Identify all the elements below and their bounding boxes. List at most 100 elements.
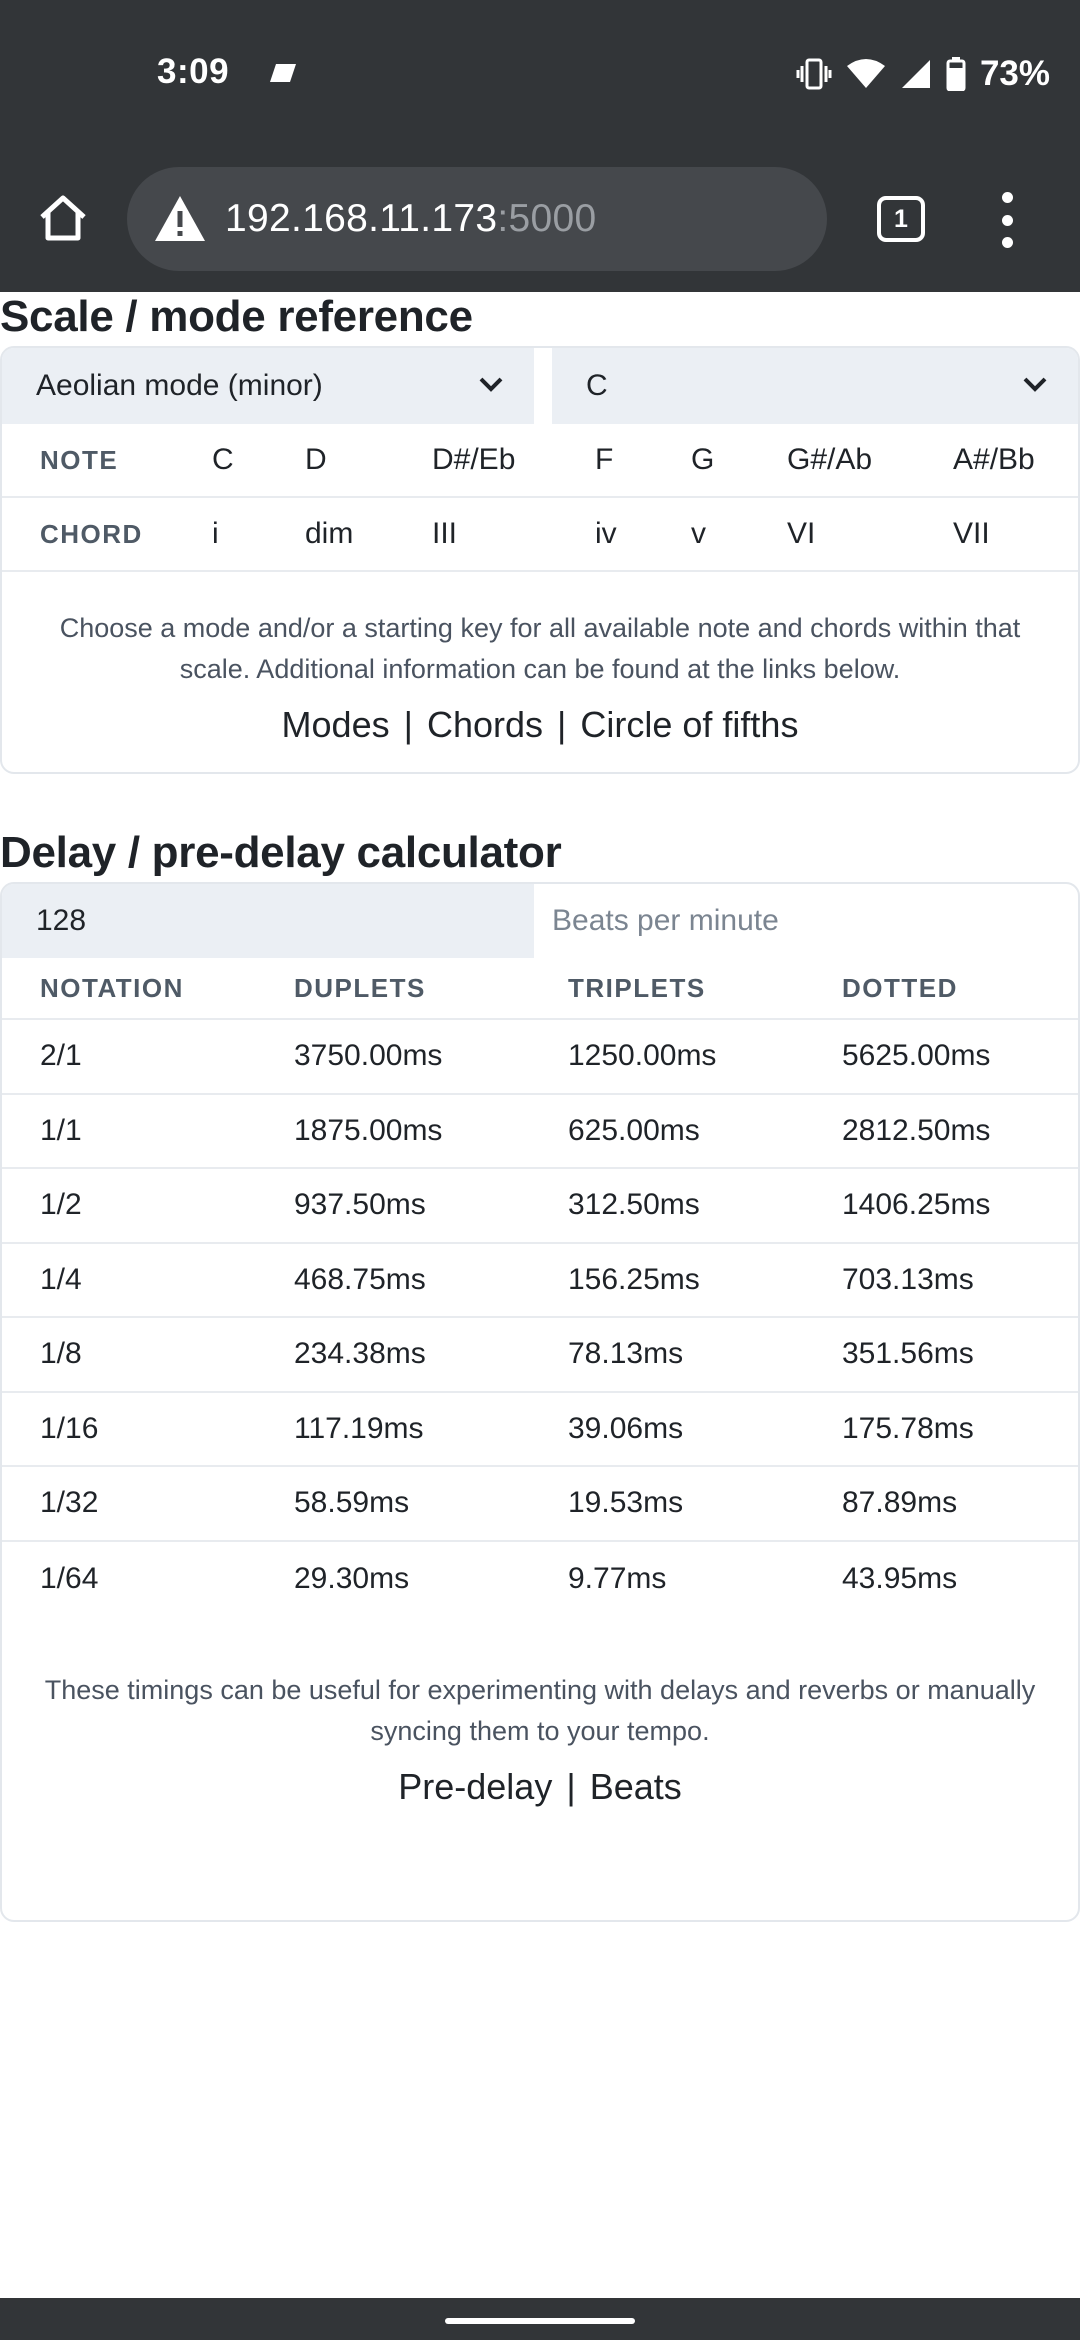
note-row: NOTE C D D#/Eb F G G#/Ab A#/Bb [2,424,1078,498]
chord-cell: i [212,517,219,550]
duplets-cell: 1875.00ms [294,1113,443,1147]
status-bar: 3:09 73% [0,0,1080,146]
status-icons: 73% [796,54,1050,94]
chord-cell: iv [595,517,617,550]
delay-info: These timings can be useful for experime… [2,1616,1078,1808]
wifi-icon [846,59,885,88]
note-cell: F [595,443,614,476]
dotted-cell: 2812.50ms [842,1113,991,1147]
duplets-header: DUPLETS [294,972,426,1003]
note-cell: G#/Ab [787,443,873,476]
note-cell: D#/Eb [432,443,516,476]
dotted-cell: 87.89ms [842,1486,958,1520]
table-row: 1/4 468.75ms 156.25ms 703.13ms [2,1244,1078,1318]
bpm-label: Beats per minute [552,904,779,937]
signal-icon [901,60,930,88]
triplets-cell: 19.53ms [568,1486,684,1520]
table-row: 1/1 1875.00ms 625.00ms 2812.50ms [2,1095,1078,1169]
bpm-row: 128 Beats per minute [2,884,1078,958]
chord-cell: dim [305,517,354,550]
key-select-value: C [586,369,608,402]
link-separator: | [403,704,413,745]
mode-select-value: Aeolian mode (minor) [36,369,323,402]
triplets-cell: 1250.00ms [568,1039,717,1073]
beats-link[interactable]: Beats [590,1766,682,1807]
triplets-cell: 39.06ms [568,1411,684,1445]
duplets-cell: 937.50ms [294,1188,426,1222]
triplets-cell: 156.25ms [568,1262,700,1296]
dotted-cell: 43.95ms [842,1561,958,1595]
chord-row: CHORD i dim III iv v VI VII [2,498,1078,572]
notation-cell: 1/2 [40,1188,82,1222]
triplets-header: TRIPLETS [568,972,706,1003]
delay-title: Delay / pre-delay calculator [0,828,562,877]
chord-cell: VII [953,517,990,550]
chord-cell: VI [787,517,816,550]
chord-cell: v [691,517,706,550]
duplets-cell: 468.75ms [294,1262,426,1296]
notation-cell: 2/1 [40,1039,82,1073]
dotted-cell: 5625.00ms [842,1039,991,1073]
note-cell: D [305,443,327,476]
delay-table: NOTATION DUPLETS TRIPLETS DOTTED 2/1 3750… [2,958,1078,1616]
tabs-button[interactable]: 1 [877,196,925,242]
bpm-value: 128 [36,904,87,937]
vibrate-icon [796,58,832,90]
pre-delay-link[interactable]: Pre-delay [398,1766,552,1807]
battery-percent: 73% [979,54,1050,93]
gesture-nav-bar [0,2298,1080,2340]
circle-of-fifths-link[interactable]: Circle of fifths [580,704,798,745]
url-bar[interactable]: 192.168.11.173:5000 [127,167,827,271]
dotted-cell: 1406.25ms [842,1188,991,1222]
triplets-cell: 78.13ms [568,1337,684,1371]
triplets-cell: 625.00ms [568,1113,700,1147]
chevron-down-icon [479,377,503,392]
modes-link[interactable]: Modes [282,704,390,745]
triplets-cell: 9.77ms [568,1561,667,1595]
more-vert-icon[interactable] [990,192,1024,248]
dotted-cell: 703.13ms [842,1262,974,1296]
key-select[interactable]: C [552,348,1078,424]
chords-link[interactable]: Chords [427,704,543,745]
cast-icon [270,64,296,82]
scale-info: Choose a mode and/or a starting key for … [2,572,1078,772]
scale-card: Aeolian mode (minor) C NOTE C D D#/Eb F … [0,346,1080,774]
triplets-cell: 312.50ms [568,1188,700,1222]
scale-title: Scale / mode reference [0,292,473,341]
dotted-cell: 175.78ms [842,1411,974,1445]
url-port: :5000 [497,197,597,240]
scale-selects: Aeolian mode (minor) C [2,348,1078,424]
delay-card: 128 Beats per minute NOTATION DUPLETS TR… [0,882,1080,1922]
status-time: 3:09 [157,52,230,91]
note-cell: C [212,443,234,476]
chord-header: CHORD [40,518,143,549]
notation-cell: 1/16 [40,1411,99,1445]
notation-header: NOTATION [40,972,184,1003]
url-text[interactable]: 192.168.11.173:5000 [225,197,597,241]
mode-select[interactable]: Aeolian mode (minor) [2,348,534,424]
note-cell: A#/Bb [953,443,1035,476]
warning-icon[interactable] [153,194,207,244]
delay-description: These timings can be useful for experime… [44,1675,1036,1746]
duplets-cell: 3750.00ms [294,1039,443,1073]
scale-links: Modes | Chords | Circle of fifths [2,704,1078,746]
delay-links: Pre-delay | Beats [2,1766,1078,1808]
table-row: 1/64 29.30ms 9.77ms 43.95ms [2,1542,1078,1617]
table-row: 1/32 58.59ms 19.53ms 87.89ms [2,1467,1078,1542]
link-separator: | [557,704,567,745]
url-host: 192.168.11.173 [225,197,498,240]
notation-cell: 1/64 [40,1561,99,1595]
notation-cell: 1/32 [40,1486,99,1520]
tab-count: 1 [894,204,908,233]
notation-cell: 1/4 [40,1262,82,1296]
battery-icon [946,57,966,91]
table-row: 1/8 234.38ms 78.13ms 351.56ms [2,1318,1078,1393]
chevron-down-icon [1023,377,1047,392]
duplets-cell: 58.59ms [294,1486,410,1520]
note-cell: G [691,443,715,476]
note-header: NOTE [40,444,119,475]
home-button[interactable] [30,183,96,253]
delay-header-row: NOTATION DUPLETS TRIPLETS DOTTED [2,958,1078,1020]
home-gesture-handle[interactable] [445,2318,635,2324]
bpm-input[interactable]: 128 [2,884,534,958]
